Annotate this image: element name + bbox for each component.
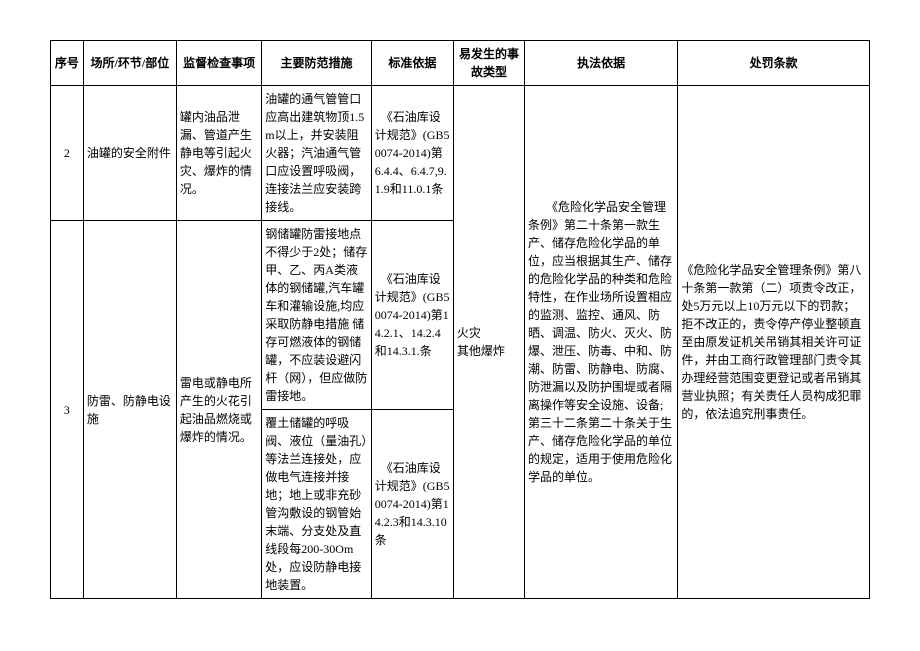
table-row: 2 油罐的安全附件 罐内油品泄漏、管道产生静电等引起火灾、爆炸的情况。 油罐的通… [51,86,870,221]
cell-standard: 《石油库设计规范》(GB50074-2014)第14.2.1、14.2.4和14… [371,221,453,410]
cell-place: 油罐的安全附件 [83,86,176,221]
header-enforce: 执法依据 [525,41,678,86]
cell-standard: 《石油库设计规范》(GB50074-2014)第6.4.4、6.4.7,9.1.… [371,86,453,221]
cell-enforce: 《危险化学品安全管理条例》第二十条第一款生产、储存危险化学品的单位，应当根据其生… [525,86,678,599]
cell-inspect: 雷电或静电所产生的火花引起油品燃烧或爆炸的情况。 [176,221,261,599]
header-measure: 主要防范措施 [262,41,371,86]
cell-measure: 覆土储罐的呼吸阀、液位（量油孔）等法兰连接处，应做电气连接并接地；地上或非充砂管… [262,410,371,599]
table-header-row: 序号 场所/环节/部位 监督检查事项 主要防范措施 标准依据 易发生的事故类型 … [51,41,870,86]
cell-standard: 《石油库设计规范》(GB50074-2014)第14.2.3和14.3.10条 [371,410,453,599]
cell-accident: 火灾 其他爆炸 [453,86,524,599]
header-place: 场所/环节/部位 [83,41,176,86]
header-standard: 标准依据 [371,41,453,86]
header-seq: 序号 [51,41,84,86]
cell-inspect: 罐内油品泄漏、管道产生静电等引起火灾、爆炸的情况。 [176,86,261,221]
header-accident: 易发生的事故类型 [453,41,524,86]
cell-measure: 钢储罐防雷接地点不得少于2处；储存甲、乙、丙A类液体的钢储罐,汽车罐车和灌输设施… [262,221,371,410]
header-inspect: 监督检查事项 [176,41,261,86]
cell-penalty: 《危险化学品安全管理条例》第八十条第一款第（二）项责令改正，处5万元以上10万元… [678,86,870,599]
cell-seq: 2 [51,86,84,221]
cell-place: 防雷、防静电设施 [83,221,176,599]
cell-measure: 油罐的通气管管口应高出建筑物顶1.5m以上，并安装阻火器；汽油通气管口应设置呼吸… [262,86,371,221]
regulation-table: 序号 场所/环节/部位 监督检查事项 主要防范措施 标准依据 易发生的事故类型 … [50,40,870,599]
cell-seq: 3 [51,221,84,599]
header-penalty: 处罚条款 [678,41,870,86]
